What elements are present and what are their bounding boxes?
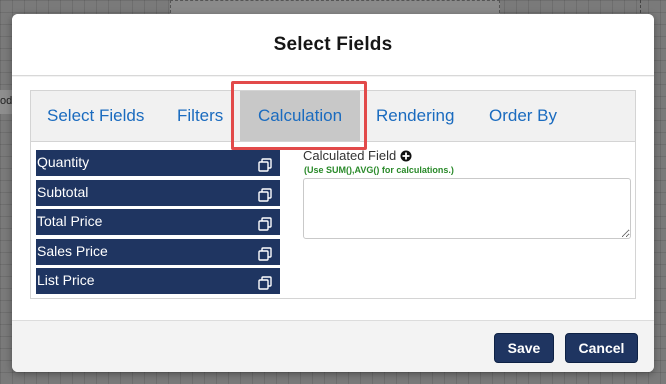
field-item-list-price[interactable]: List Price <box>36 268 280 294</box>
field-item-subtotal[interactable]: Subtotal <box>36 179 280 206</box>
cancel-button[interactable]: Cancel <box>565 333 638 363</box>
modal-title: Select Fields <box>273 33 393 55</box>
field-list: Quantity Subtotal Total Price Sales Pric… <box>36 150 280 298</box>
select-fields-modal: Select Fields Select Fields Filters Calc… <box>12 14 654 372</box>
tab-order-by[interactable]: Order By <box>489 91 557 141</box>
modal-body: Select Fields Filters Calculation Render… <box>12 77 654 320</box>
field-label: Subtotal <box>37 183 89 200</box>
calculated-field-label: Calculated Field <box>303 148 412 163</box>
copy-icon[interactable] <box>258 246 272 261</box>
calculation-hint: (Use SUM(),AVG() for calculations.) <box>304 165 454 175</box>
copy-icon[interactable] <box>258 158 272 172</box>
field-item-sales-price[interactable]: Sales Price <box>36 238 280 265</box>
field-item-quantity[interactable]: Quantity <box>36 150 280 176</box>
tab-bar: Select Fields Filters Calculation Render… <box>30 90 636 142</box>
calculation-panel: Quantity Subtotal Total Price Sales Pric… <box>30 142 636 299</box>
field-item-total-price[interactable]: Total Price <box>36 209 280 235</box>
tab-filters[interactable]: Filters <box>177 91 223 141</box>
copy-icon[interactable] <box>258 187 272 202</box>
field-label: Sales Price <box>37 242 108 259</box>
save-button[interactable]: Save <box>494 333 554 363</box>
copy-icon[interactable] <box>258 217 272 231</box>
calculated-field-textarea[interactable] <box>303 178 631 239</box>
modal-header: Select Fields <box>12 14 654 76</box>
calculated-field-text: Calculated Field <box>303 148 397 163</box>
field-label: List Price <box>37 272 95 288</box>
field-label: Total Price <box>37 213 103 229</box>
tab-rendering[interactable]: Rendering <box>376 91 454 141</box>
field-label: Quantity <box>37 154 90 170</box>
plus-circle-icon[interactable] <box>400 150 412 162</box>
tab-select-fields[interactable]: Select Fields <box>47 91 144 141</box>
copy-icon[interactable] <box>258 276 272 290</box>
modal-footer: Save Cancel <box>12 320 654 372</box>
tab-calculation[interactable]: Calculation <box>240 91 360 141</box>
